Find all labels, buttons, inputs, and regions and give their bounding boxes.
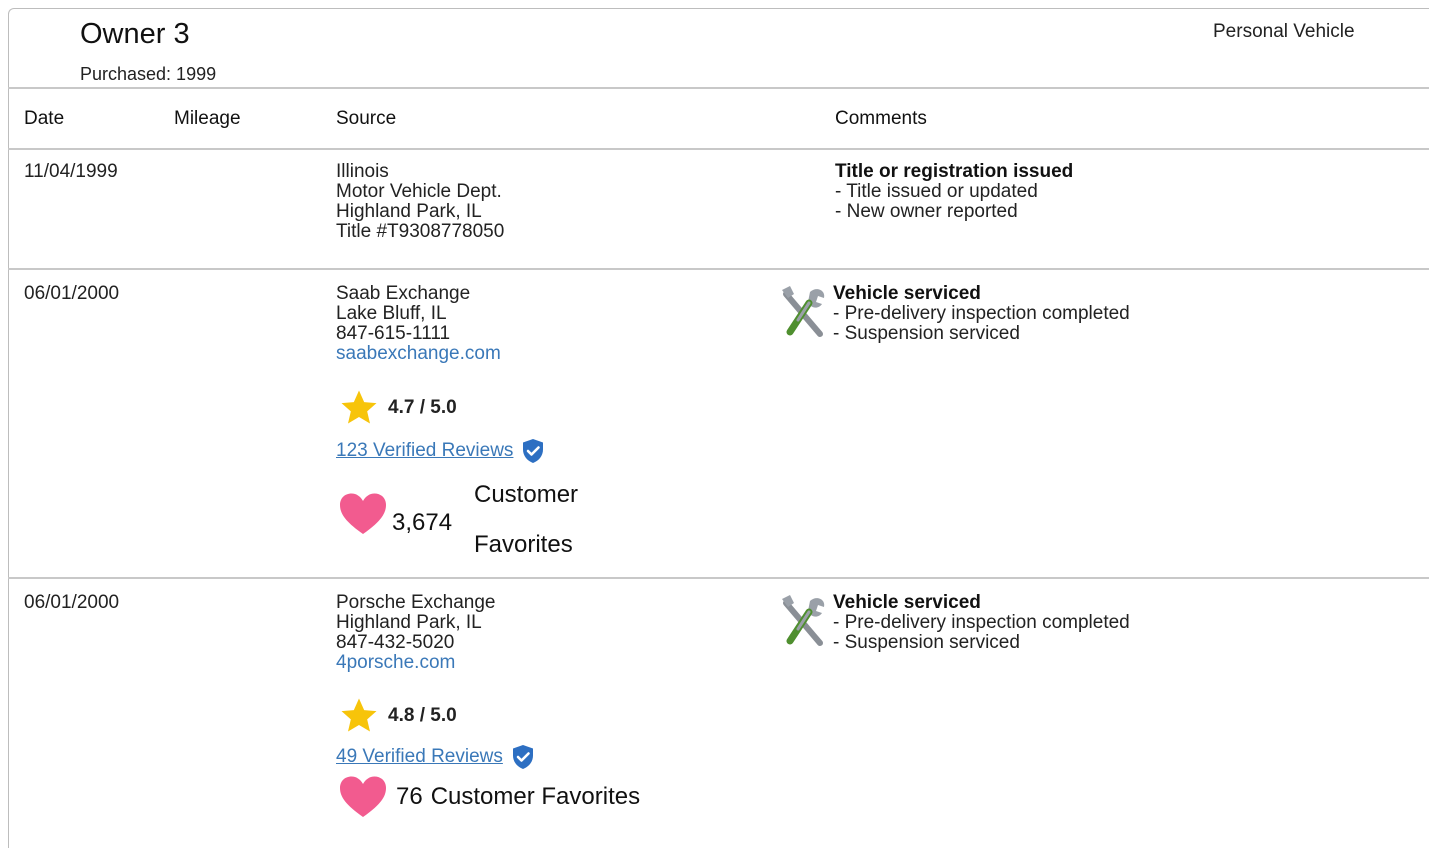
row-source: Saab Exchange Lake Bluff, IL 847-615-111… <box>336 284 501 364</box>
favorites-label-line: Favorites <box>474 531 573 558</box>
verified-reviews-link[interactable]: 123 Verified Reviews <box>336 440 513 462</box>
row-comments: Vehicle serviced - Pre-delivery inspecti… <box>833 284 1130 344</box>
row-source: Illinois Motor Vehicle Dept. Highland Pa… <box>336 162 504 242</box>
verified-reviews-link[interactable]: 49 Verified Reviews <box>336 746 503 768</box>
source-line: Saab Exchange <box>336 283 471 304</box>
divider <box>8 87 1429 89</box>
row-date: 06/01/2000 <box>24 592 120 613</box>
source-line: Title #T9308778050 <box>336 221 505 242</box>
comment-title: Vehicle serviced <box>833 592 981 613</box>
owner-title: Owner 3 <box>80 18 190 50</box>
source-line: Highland Park, IL <box>336 612 482 633</box>
divider <box>8 268 1429 270</box>
dealer-website-link[interactable]: 4porsche.com <box>336 652 455 673</box>
dealer-rating: 4.7 / 5.0 <box>338 388 457 428</box>
rating-value: 4.8 / 5.0 <box>388 705 457 726</box>
comment-item: - Suspension serviced <box>833 323 1020 344</box>
divider <box>8 148 1429 150</box>
row-comments: Title or registration issued - Title iss… <box>835 162 1073 222</box>
favorites-count: 76 <box>396 783 423 810</box>
comment-item: - New owner reported <box>835 201 1018 222</box>
header-date: Date <box>24 108 65 129</box>
favorites-count: 3,674 <box>392 509 453 536</box>
row-date: 11/04/1999 <box>24 161 118 182</box>
row-date: 06/01/2000 <box>24 283 120 304</box>
source-line: Motor Vehicle Dept. <box>336 181 502 202</box>
dealer-website-link[interactable]: saabexchange.com <box>336 343 501 364</box>
comment-item: - Title issued or updated <box>835 181 1038 202</box>
tools-icon <box>782 595 825 646</box>
source-line: Highland Park, IL <box>336 201 482 222</box>
owner-card <box>8 8 1429 848</box>
comment-title: Vehicle serviced <box>833 283 981 304</box>
dealer-rating: 4.8 / 5.0 <box>338 696 457 736</box>
row-source: Porsche Exchange Highland Park, IL 847-4… <box>336 593 496 673</box>
reviews: 49 Verified Reviews <box>336 744 535 770</box>
source-line: Lake Bluff, IL <box>336 303 447 324</box>
header-mileage: Mileage <box>174 108 241 129</box>
tools-icon <box>782 286 825 337</box>
source-line: 847-615-1111 <box>336 323 451 344</box>
divider <box>8 577 1429 579</box>
favorites: 76 Customer Favorites <box>338 775 640 819</box>
comment-item: - Suspension serviced <box>833 632 1020 653</box>
rating-value: 4.7 / 5.0 <box>388 397 457 418</box>
star-icon <box>341 698 377 732</box>
favorites-label: Customer Favorites <box>430 783 641 810</box>
comment-title: Title or registration issued <box>835 161 1074 182</box>
heart-icon <box>340 493 386 534</box>
header-comments: Comments <box>835 108 927 129</box>
vehicle-type: Personal Vehicle <box>1213 21 1355 42</box>
star-icon <box>341 390 377 424</box>
source-line: Porsche Exchange <box>336 592 496 613</box>
comment-item: - Pre-delivery inspection completed <box>833 612 1130 633</box>
heart-icon <box>340 776 386 817</box>
favorites-label: Customer Favorites <box>474 470 578 570</box>
header-source: Source <box>336 108 397 129</box>
comment-item: - Pre-delivery inspection completed <box>833 303 1130 324</box>
source-line: 847-432-5020 <box>336 632 455 653</box>
verified-shield-icon <box>523 439 544 463</box>
purchased-year: Purchased: 1999 <box>80 64 217 84</box>
source-line: Illinois <box>336 161 389 182</box>
verified-shield-icon <box>512 745 533 769</box>
reviews: 123 Verified Reviews <box>336 438 545 464</box>
row-comments: Vehicle serviced - Pre-delivery inspecti… <box>833 593 1130 653</box>
favorites-label-line: Customer <box>474 481 579 508</box>
